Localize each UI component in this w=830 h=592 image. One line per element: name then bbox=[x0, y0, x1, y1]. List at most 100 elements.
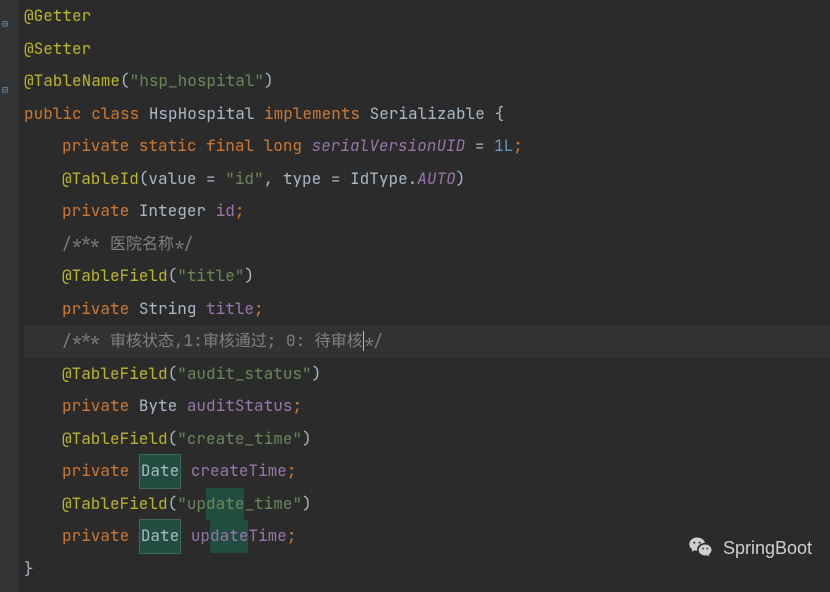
keyword: public bbox=[24, 98, 91, 131]
code-line[interactable]: @Setter bbox=[24, 33, 830, 66]
code-line[interactable]: private Byte auditStatus; bbox=[24, 390, 830, 423]
paren: ) bbox=[244, 260, 254, 293]
interface-name: Serializable bbox=[370, 98, 495, 131]
paren: ) bbox=[302, 423, 312, 456]
code-line[interactable]: private Integer id; bbox=[24, 195, 830, 228]
watermark: SpringBoot bbox=[687, 532, 812, 565]
gutter-marker-icon: ⊟ bbox=[2, 8, 14, 20]
code-line[interactable]: @TableId(value = "id", type = IdType.AUT… bbox=[24, 163, 830, 196]
string-literal: "title" bbox=[177, 260, 244, 293]
field-name: auditStatus bbox=[187, 390, 293, 423]
code-line[interactable]: @TableField("audit_status") bbox=[24, 358, 830, 391]
keyword: long bbox=[264, 130, 312, 163]
field-name-highlighted: date bbox=[210, 520, 248, 553]
code-area[interactable]: @Getter @Setter @TableName("hsp_hospital… bbox=[18, 0, 830, 592]
field-name: createTime bbox=[191, 455, 287, 488]
code-line[interactable]: @Getter bbox=[24, 0, 830, 33]
annotation: @Setter bbox=[24, 33, 91, 66]
code-line[interactable]: /*** 医院名称*/ bbox=[24, 228, 830, 261]
gutter-marker-icon: ⊟ bbox=[2, 74, 14, 86]
paren: ( bbox=[168, 260, 178, 293]
keyword: private bbox=[62, 195, 139, 228]
keyword: private bbox=[62, 520, 139, 553]
code-line[interactable]: @TableField("title") bbox=[24, 260, 830, 293]
field-name: serialVersionUID bbox=[312, 130, 466, 163]
type-name: Byte bbox=[139, 390, 187, 423]
paren: ( bbox=[139, 163, 149, 196]
string-literal: "id" bbox=[225, 163, 263, 196]
code-line[interactable]: @TableField("update_time") bbox=[24, 488, 830, 521]
field-name: id bbox=[216, 195, 235, 228]
keyword: implements bbox=[264, 98, 370, 131]
param-name: value bbox=[148, 163, 206, 196]
annotation: @TableField bbox=[62, 488, 168, 521]
semicolon: ; bbox=[292, 390, 302, 423]
keyword: static bbox=[139, 130, 206, 163]
paren: ( bbox=[168, 423, 178, 456]
string-literal: "audit_status" bbox=[177, 358, 311, 391]
string-literal: "hsp_hospital" bbox=[130, 65, 264, 98]
code-line[interactable]: public class HspHospital implements Seri… bbox=[24, 98, 830, 131]
semicolon: ; bbox=[287, 455, 297, 488]
param-name: type bbox=[283, 163, 331, 196]
editor-gutter: ⊟ ⊟ bbox=[0, 0, 18, 592]
keyword: class bbox=[91, 98, 149, 131]
operator: = bbox=[465, 130, 494, 163]
number-literal: 1L bbox=[494, 130, 513, 163]
string-literal: _time" bbox=[244, 488, 302, 521]
paren: ( bbox=[120, 65, 130, 98]
code-editor[interactable]: ⊟ ⊟ @Getter @Setter @TableName("hsp_hosp… bbox=[0, 0, 830, 592]
annotation: @TableId bbox=[62, 163, 139, 196]
annotation: @Getter bbox=[24, 0, 91, 33]
comment: /*** 审核状态,1:审核通过; 0: 待审核 bbox=[62, 325, 363, 358]
comment: */ bbox=[364, 325, 383, 358]
semicolon: ; bbox=[287, 520, 297, 553]
comma: , bbox=[264, 163, 283, 196]
paren: ) bbox=[302, 488, 312, 521]
annotation: @TableField bbox=[62, 358, 168, 391]
semicolon: ; bbox=[254, 293, 264, 326]
comment: /*** 医院名称*/ bbox=[62, 228, 193, 261]
semicolon: ; bbox=[513, 130, 523, 163]
keyword: private bbox=[62, 130, 139, 163]
paren: ) bbox=[312, 358, 322, 391]
code-line[interactable]: private static final long serialVersionU… bbox=[24, 130, 830, 163]
field-name: title bbox=[206, 293, 254, 326]
keyword: private bbox=[62, 293, 139, 326]
paren: ) bbox=[456, 163, 466, 196]
code-line[interactable]: @TableName("hsp_hospital") bbox=[24, 65, 830, 98]
annotation: @TableField bbox=[62, 260, 168, 293]
class-name: HspHospital bbox=[149, 98, 264, 131]
enum-constant: AUTO bbox=[417, 163, 455, 196]
brace: } bbox=[24, 553, 34, 586]
type-name: String bbox=[139, 293, 206, 326]
code-line[interactable]: private Date createTime; bbox=[24, 455, 830, 488]
watermark-text: SpringBoot bbox=[723, 532, 812, 565]
annotation: @TableName bbox=[24, 65, 120, 98]
operator: = bbox=[331, 163, 350, 196]
brace: { bbox=[494, 98, 504, 131]
string-literal: "create_time" bbox=[177, 423, 302, 456]
keyword: private bbox=[62, 455, 139, 488]
code-line[interactable]: @TableField("create_time") bbox=[24, 423, 830, 456]
code-line[interactable]: private String title; bbox=[24, 293, 830, 326]
string-literal: "up bbox=[177, 488, 206, 521]
annotation: @TableField bbox=[62, 423, 168, 456]
enum-class: IdType. bbox=[350, 163, 417, 196]
type-name-highlighted: Date bbox=[139, 454, 181, 489]
semicolon: ; bbox=[235, 195, 245, 228]
type-name-highlighted: Date bbox=[139, 519, 181, 554]
paren: ) bbox=[264, 65, 274, 98]
paren: ( bbox=[168, 358, 178, 391]
field-name: up bbox=[191, 520, 210, 553]
wechat-icon bbox=[687, 534, 715, 562]
operator: = bbox=[206, 163, 225, 196]
field-name: Time bbox=[248, 520, 286, 553]
space bbox=[181, 455, 191, 488]
code-line-active[interactable]: /*** 审核状态,1:审核通过; 0: 待审核*/ bbox=[24, 325, 830, 358]
type-name: Integer bbox=[139, 195, 216, 228]
keyword: private bbox=[62, 390, 139, 423]
paren: ( bbox=[168, 488, 178, 521]
space bbox=[181, 520, 191, 553]
string-literal-highlighted: date bbox=[206, 488, 244, 521]
